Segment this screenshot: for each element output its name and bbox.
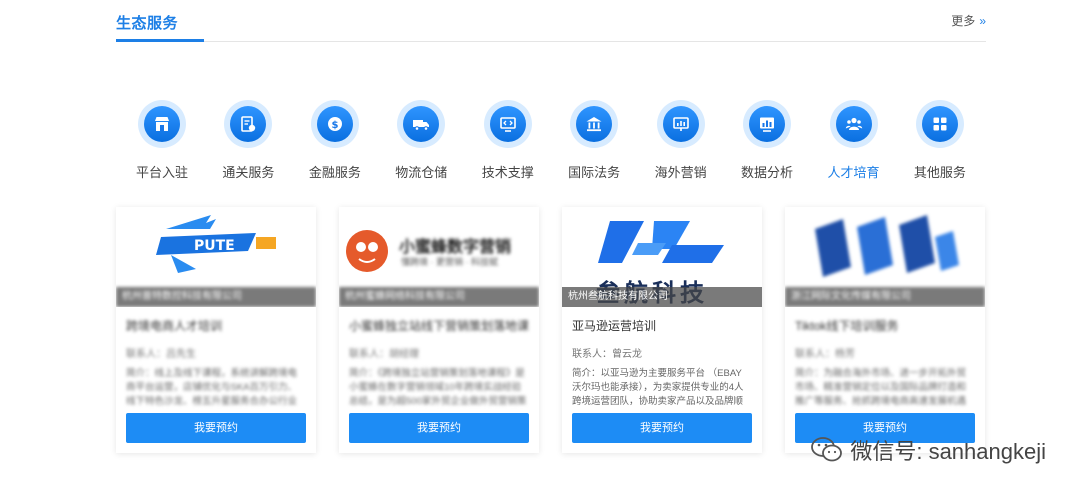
wechat-watermark: 微信号: sanhangkeji bbox=[810, 434, 1046, 466]
category-label: 人才培育 bbox=[827, 165, 880, 180]
card-image: 小蜜蜂数字营销 懂跨境 · 更营销 · 科技赋 杭州蜜蜂网络科技有限公司 bbox=[339, 207, 539, 307]
category-data-analysis[interactable]: 数据分析 bbox=[725, 100, 809, 190]
category-label: 通关服务 bbox=[222, 165, 275, 180]
wechat-icon bbox=[811, 437, 843, 462]
category-label: 其他服务 bbox=[913, 165, 966, 180]
category-finance[interactable]: $ 金融服务 bbox=[293, 100, 377, 190]
card-image: PUTE 杭州普特数控科技有限公司 bbox=[116, 207, 316, 307]
category-label: 技术支撑 bbox=[481, 165, 534, 180]
category-label: 物流仓储 bbox=[395, 165, 448, 180]
category-label: 国际法务 bbox=[568, 165, 621, 180]
category-logistics[interactable]: 物流仓储 bbox=[379, 100, 463, 190]
pute-logo: PUTE bbox=[156, 215, 276, 273]
book-button[interactable]: 我要预约 bbox=[572, 413, 752, 443]
card-company: 杭州普特数控科技有限公司 bbox=[116, 287, 316, 307]
category-other[interactable]: 其他服务 bbox=[898, 100, 982, 190]
category-platform-entry[interactable]: 平台入驻 bbox=[120, 100, 204, 190]
service-categories: 平台入驻 通关服务 $ 金融服务 物流仓储 技术支撑 国际法务 海外营销 数据分… bbox=[116, 100, 986, 190]
book-button[interactable]: 我要预约 bbox=[126, 413, 306, 443]
card-company: 浙江网际文化传媒有限公司 bbox=[785, 287, 985, 307]
category-label: 数据分析 bbox=[741, 165, 794, 180]
chart-monitor-icon bbox=[749, 106, 786, 142]
card-company: 杭州蜜蜂网络科技有限公司 bbox=[339, 287, 539, 307]
card-image: 浙江网际文化传媒有限公司 bbox=[785, 207, 985, 307]
card-title: Tiktok线下培训服务 bbox=[795, 319, 899, 333]
bee-logo-text: 小蜜蜂数字营销 bbox=[399, 239, 512, 256]
storefront-icon bbox=[144, 106, 180, 142]
category-label: 平台入驻 bbox=[135, 165, 188, 180]
category-legal[interactable]: 国际法务 bbox=[552, 100, 636, 190]
card-description: 简介：线上及线下课程，系统讲解跨境电商平台运营，店铺优化与SKA百万引力、线下特… bbox=[126, 368, 298, 407]
service-card[interactable]: 叁航科技 杭州叁航科技有限公司 亚马逊运营培训 联系人：曾云龙 简介：以亚马逊为… bbox=[562, 207, 762, 453]
card-contact: 联系人：曾云龙 bbox=[572, 349, 642, 360]
pute-logo-text: PUTE bbox=[194, 238, 235, 254]
marketing-board-icon bbox=[662, 106, 699, 142]
category-label: 金融服务 bbox=[308, 165, 361, 180]
section-header: 生态服务 更多 » bbox=[116, 0, 986, 42]
card-title: 亚马逊运营培训 bbox=[572, 319, 657, 333]
double-chevron-right-icon: » bbox=[979, 13, 986, 28]
people-icon bbox=[835, 106, 872, 142]
section-title: 生态服务 bbox=[116, 15, 179, 32]
service-card[interactable]: PUTE 杭州普特数控科技有限公司 跨境电商人才培训 联系人：吕先生 简介：线上… bbox=[116, 207, 316, 453]
card-company: 杭州叁航科技有限公司 bbox=[562, 287, 762, 307]
more-label: 更多 bbox=[951, 14, 976, 28]
card-description: 简介：《跨境独立站营销策划落地课程》是小蜜蜂在数字营销领域10年跨境实战经验总结… bbox=[349, 368, 527, 407]
book-button[interactable]: 我要预约 bbox=[349, 413, 529, 443]
category-customs[interactable]: 通关服务 bbox=[206, 100, 290, 190]
courthouse-icon bbox=[576, 106, 613, 142]
finance-icon: $ bbox=[316, 106, 353, 142]
category-talent-training[interactable]: 人才培育 bbox=[812, 100, 896, 190]
category-label: 海外营销 bbox=[654, 165, 707, 180]
watermark-text: 微信号: sanhangkeji bbox=[850, 439, 1046, 464]
grid-icon bbox=[921, 106, 958, 142]
title-underline bbox=[116, 39, 204, 42]
card-description: 简介：以亚马逊为主要服务平台 （EBAY 沃尔玛也能承接），为卖家提供专业的4人… bbox=[572, 368, 744, 407]
bee-logo-subtext: 懂跨境 · 更营销 · 科技赋 bbox=[401, 257, 498, 267]
card-contact: 联系人：胡经理 bbox=[349, 349, 419, 360]
service-cards: PUTE 杭州普特数控科技有限公司 跨境电商人才培训 联系人：吕先生 简介：线上… bbox=[116, 207, 986, 453]
svg-text:$: $ bbox=[331, 120, 338, 131]
customs-document-icon bbox=[230, 106, 267, 142]
card-contact: 联系人：吕先生 bbox=[126, 349, 196, 360]
more-link[interactable]: 更多 » bbox=[951, 12, 986, 29]
wangji-logo bbox=[815, 215, 959, 277]
card-title: 小蜜蜂独立站线下营销策划落地课 bbox=[349, 319, 529, 333]
code-monitor-icon bbox=[489, 106, 526, 142]
service-card[interactable]: 小蜜蜂数字营销 懂跨境 · 更营销 · 科技赋 杭州蜜蜂网络科技有限公司 小蜜蜂… bbox=[339, 207, 539, 453]
card-contact: 联系人：杨芳 bbox=[795, 349, 855, 360]
truck-icon bbox=[403, 106, 440, 142]
service-card[interactable]: 浙江网际文化传媒有限公司 Tiktok线下培训服务 联系人：杨芳 简介：为融合海… bbox=[785, 207, 985, 453]
category-tech-support[interactable]: 技术支撑 bbox=[466, 100, 550, 190]
card-title: 跨境电商人才培训 bbox=[126, 319, 223, 333]
card-description: 简介：为融合海外市场、进一步开拓外贸市场、精准营销定位以及国际品牌打造和推广等服… bbox=[795, 368, 967, 407]
category-overseas-marketing[interactable]: 海外营销 bbox=[639, 100, 723, 190]
card-image: 叁航科技 杭州叁航科技有限公司 bbox=[562, 207, 762, 307]
